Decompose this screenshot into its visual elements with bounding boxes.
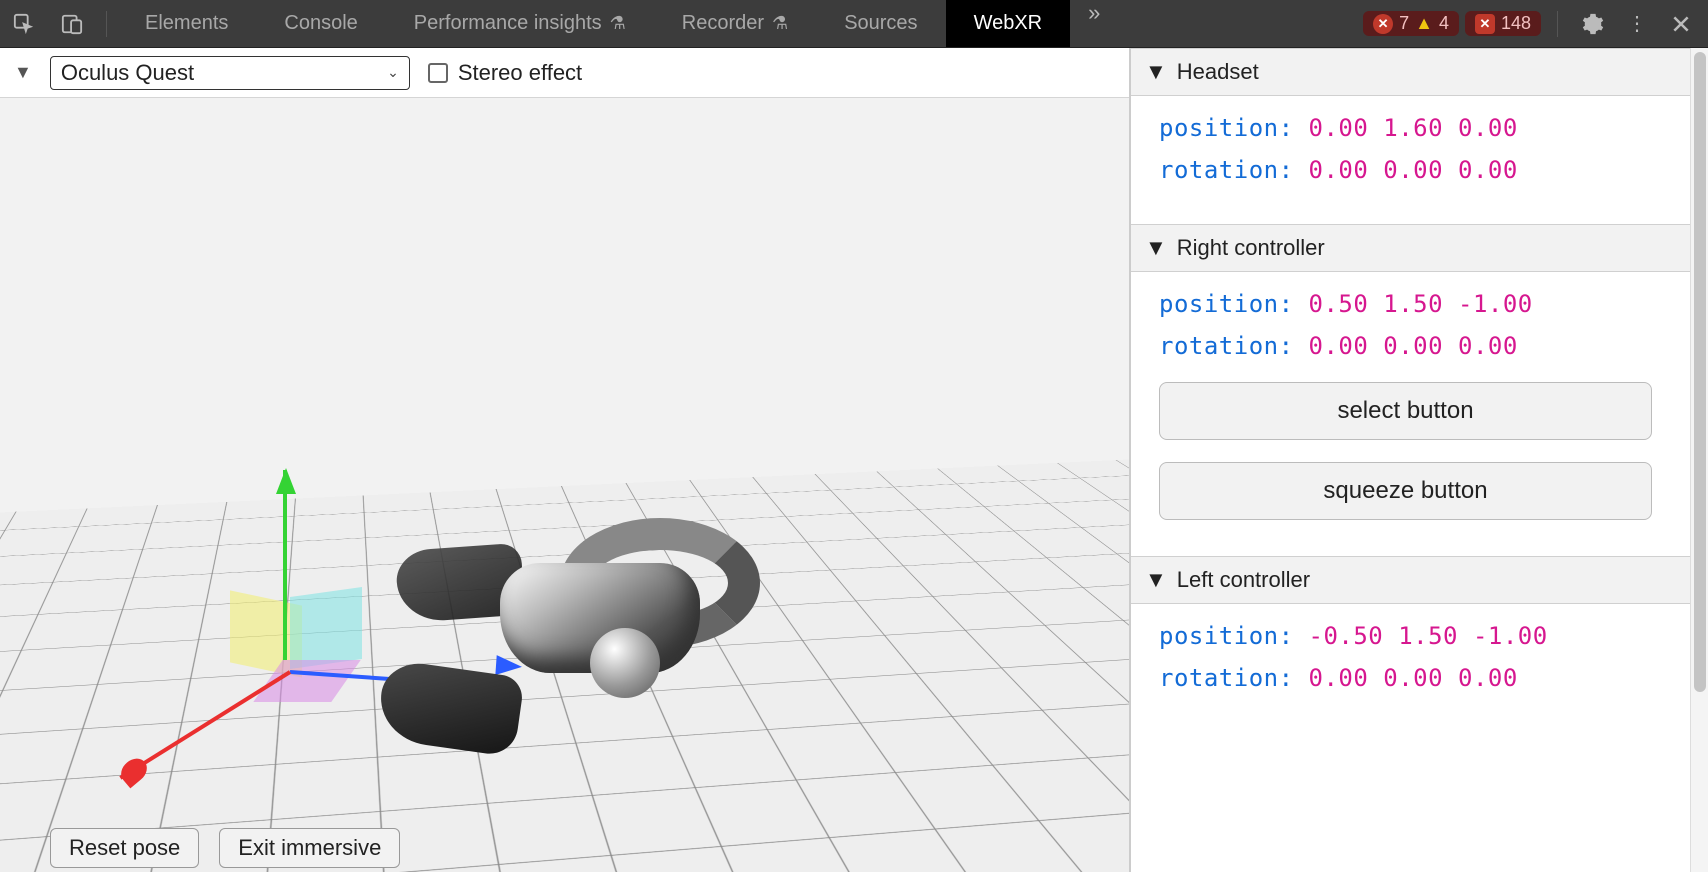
tab-label: Console [284, 12, 357, 35]
section-header-right-controller[interactable]: ▼ Right controller [1131, 224, 1690, 272]
device-select[interactable]: Oculus Quest ⌄ [50, 56, 410, 90]
chevron-down-icon: ⌄ [387, 64, 399, 81]
kv-key: position: [1159, 290, 1294, 318]
position-row: position: 0.00 1.60 0.00 [1159, 114, 1662, 142]
tab-recorder[interactable]: Recorder ⚗ [654, 0, 816, 47]
kv-val[interactable]: 1.60 [1383, 114, 1443, 142]
tab-label: Sources [844, 12, 917, 35]
tab-label: WebXR [974, 12, 1043, 35]
tab-label: Elements [145, 12, 228, 35]
collapse-icon: ▼ [1145, 235, 1167, 261]
error-icon: ✕ [1373, 14, 1393, 34]
rotation-row: rotation: 0.00 0.00 0.00 [1159, 156, 1662, 184]
section-title: Left controller [1177, 567, 1310, 593]
warning-icon: ▲ [1415, 13, 1433, 34]
section-header-headset[interactable]: ▼ Headset [1131, 48, 1690, 96]
webxr-sub-toolbar: ▼ Oculus Quest ⌄ Stereo effect [0, 48, 1129, 98]
kv-val[interactable]: 0.00 [1458, 664, 1518, 692]
kv-key: rotation: [1159, 156, 1294, 184]
flask-icon: ⚗ [610, 13, 626, 34]
collapse-icon: ▼ [1145, 567, 1167, 593]
collapse-icon[interactable]: ▼ [14, 62, 32, 83]
kv-val[interactable]: 0.50 [1309, 290, 1369, 318]
kv-key: rotation: [1159, 664, 1294, 692]
headset-model [500, 508, 780, 668]
device-toggle-icon[interactable] [54, 6, 90, 42]
position-row: position: -0.50 1.50 -1.00 [1159, 622, 1662, 650]
inspector-panel: ▼ Headset position: 0.00 1.60 0.00 rotat… [1130, 48, 1690, 872]
kv-val[interactable]: -1.00 [1458, 290, 1533, 318]
rotation-row: rotation: 0.00 0.00 0.00 [1159, 332, 1662, 360]
section-body-right-controller: position: 0.50 1.50 -1.00 rotation: 0.00… [1131, 272, 1690, 556]
inspect-icon[interactable] [6, 6, 42, 42]
kv-val[interactable]: 0.00 [1458, 114, 1518, 142]
tab-console[interactable]: Console [256, 0, 385, 47]
kv-key: position: [1159, 114, 1294, 142]
tab-sources[interactable]: Sources [816, 0, 945, 47]
kv-val[interactable]: 1.50 [1383, 290, 1443, 318]
stereo-label: Stereo effect [458, 60, 582, 86]
tab-label: Performance insights [414, 12, 602, 35]
kv-val[interactable]: -0.50 [1309, 622, 1384, 650]
section-body-left-controller: position: -0.50 1.50 -1.00 rotation: 0.0… [1131, 604, 1690, 732]
reset-pose-button[interactable]: Reset pose [50, 828, 199, 868]
section-body-headset: position: 0.00 1.60 0.00 rotation: 0.00 … [1131, 96, 1690, 224]
gizmo-axis-y [283, 470, 287, 660]
tab-elements[interactable]: Elements [117, 0, 256, 47]
gizmo-plane-yz [290, 587, 362, 669]
error-count: 7 [1399, 13, 1409, 34]
collapse-icon: ▼ [1145, 59, 1167, 85]
kv-key: rotation: [1159, 332, 1294, 360]
section-header-left-controller[interactable]: ▼ Left controller [1131, 556, 1690, 604]
checkbox-icon [428, 63, 448, 83]
scrollbar-thumb[interactable] [1694, 52, 1706, 692]
scrollbar[interactable] [1690, 48, 1708, 872]
console-status-badge[interactable]: ✕ 7 ▲ 4 [1363, 11, 1459, 36]
kv-val[interactable]: 0.00 [1458, 332, 1518, 360]
kv-val[interactable]: 0.00 [1458, 156, 1518, 184]
position-row: position: 0.50 1.50 -1.00 [1159, 290, 1662, 318]
devtools-tabs: Elements Console Performance insights ⚗ R… [117, 0, 1363, 47]
issue-icon: ✕ [1475, 14, 1495, 34]
kv-val[interactable]: 0.00 [1383, 332, 1443, 360]
more-icon[interactable]: ⋮ [1618, 5, 1656, 43]
flask-icon: ⚗ [772, 13, 788, 34]
stereo-effect-toggle[interactable]: Stereo effect [428, 60, 582, 86]
kv-val[interactable]: 0.00 [1383, 156, 1443, 184]
kv-val[interactable]: 0.00 [1309, 156, 1369, 184]
devtools-toolbar: Elements Console Performance insights ⚗ R… [0, 0, 1708, 48]
kv-val[interactable]: -1.00 [1473, 622, 1548, 650]
kv-val[interactable]: 0.00 [1309, 332, 1369, 360]
kv-key: position: [1159, 622, 1294, 650]
tab-webxr[interactable]: WebXR [946, 0, 1071, 47]
section-title: Right controller [1177, 235, 1325, 261]
settings-icon[interactable] [1574, 5, 1612, 43]
rotation-row: rotation: 0.00 0.00 0.00 [1159, 664, 1662, 692]
close-icon[interactable] [1662, 5, 1700, 43]
issues-badge[interactable]: ✕ 148 [1465, 11, 1541, 36]
kv-val[interactable]: 0.00 [1383, 664, 1443, 692]
select-button[interactable]: select button [1159, 382, 1652, 440]
squeeze-button[interactable]: squeeze button [1159, 462, 1652, 520]
exit-immersive-button[interactable]: Exit immersive [219, 828, 400, 868]
gizmo-arrow-y [276, 468, 296, 494]
tab-label: Recorder [682, 12, 764, 35]
xr-viewport[interactable]: Reset pose Exit immersive [0, 98, 1129, 872]
tabs-overflow-icon[interactable]: » [1070, 0, 1118, 47]
kv-val[interactable]: 0.00 [1309, 664, 1369, 692]
kv-val[interactable]: 1.50 [1398, 622, 1458, 650]
kv-val[interactable]: 0.00 [1309, 114, 1369, 142]
tab-performance-insights[interactable]: Performance insights ⚗ [386, 0, 654, 47]
device-select-value: Oculus Quest [61, 60, 194, 86]
issue-count: 148 [1501, 13, 1531, 34]
section-title: Headset [1177, 59, 1259, 85]
warning-count: 4 [1439, 13, 1449, 34]
